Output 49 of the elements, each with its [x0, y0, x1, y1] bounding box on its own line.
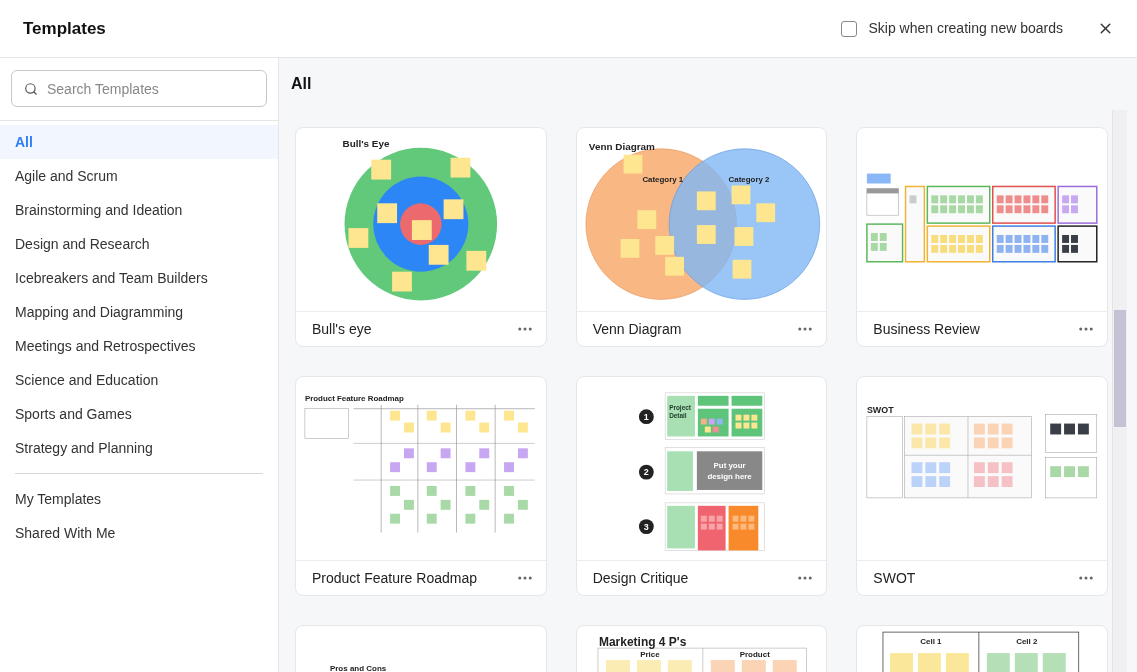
- category-item[interactable]: Design and Research: [0, 227, 278, 261]
- preview-label: Category 2: [728, 174, 770, 184]
- preview-label: 3: [643, 521, 649, 532]
- template-card[interactable]: Bull's Eye Bull's eye: [295, 127, 547, 347]
- preview-label: Category 1: [642, 174, 683, 184]
- template-card[interactable]: Cell 1 Cell 2: [856, 625, 1108, 672]
- template-name: Venn Diagram: [592, 319, 682, 339]
- template-card[interactable]: Pros and Cons: [295, 625, 547, 672]
- template-name: Bull's eye: [312, 319, 372, 339]
- preview-label: SWOT: [867, 404, 894, 415]
- preview-label: Cell 1: [920, 637, 942, 647]
- template-name: SWOT: [873, 568, 916, 588]
- template-name: Business Review: [873, 319, 980, 339]
- search-field[interactable]: Search Templates: [11, 70, 267, 107]
- dialog-title: Templates: [23, 17, 106, 40]
- template-card[interactable]: Venn Diagram Category 1 Category 2 Venn Diagram: [575, 127, 828, 347]
- preview-label: Marketing 4 P's: [598, 635, 686, 650]
- template-card[interactable]: Product Feature Roadmap Product Feature Roadmap: [295, 376, 547, 596]
- preview-title: Bull's Eye: [342, 137, 390, 149]
- preview-label: Cell 2: [1016, 637, 1038, 647]
- category-item[interactable]: Science and Education: [0, 363, 278, 397]
- checkbox-label: Skip when creating new boards: [868, 19, 1063, 38]
- template-name: Product Feature Roadmap: [312, 568, 477, 588]
- category-item[interactable]: Shared With Me: [0, 516, 278, 550]
- scrollbar[interactable]: [1112, 110, 1127, 672]
- category-item[interactable]: Strategy and Planning: [0, 431, 278, 465]
- category-item[interactable]: Mapping and Diagramming: [0, 295, 278, 329]
- preview-label: Put your design here: [707, 461, 752, 482]
- category-item[interactable]: All: [0, 125, 278, 159]
- template-card[interactable]: Business Review: [856, 127, 1108, 347]
- template-name: Design Critique: [592, 568, 689, 588]
- category-item[interactable]: Sports and Games: [0, 397, 278, 431]
- category-item[interactable]: Meetings and Retrospectives: [0, 329, 278, 363]
- preview-label: Product: [739, 650, 770, 660]
- category-item[interactable]: My Templates: [0, 482, 278, 516]
- search-icon: [24, 81, 38, 96]
- preview-label: 2: [643, 467, 649, 478]
- checkbox[interactable]: [841, 20, 858, 37]
- preview-label: Price: [639, 650, 660, 660]
- template-card[interactable]: Marketing 4 P's Price Product: [575, 625, 828, 672]
- preview-title: Venn Diagram: [588, 140, 655, 152]
- section-title: All: [291, 74, 312, 94]
- preview-label: 1: [643, 411, 649, 422]
- preview-label: Product Feature Roadmap: [304, 393, 404, 403]
- category-item[interactable]: Brainstorming and Ideation: [0, 193, 278, 227]
- preview-label: Pros and Cons: [329, 664, 387, 672]
- template-card[interactable]: SWOT SWOT: [856, 376, 1108, 596]
- category-item[interactable]: Icebreakers and Team Builders: [0, 261, 278, 295]
- category-item[interactable]: Agile and Scrum: [0, 159, 278, 193]
